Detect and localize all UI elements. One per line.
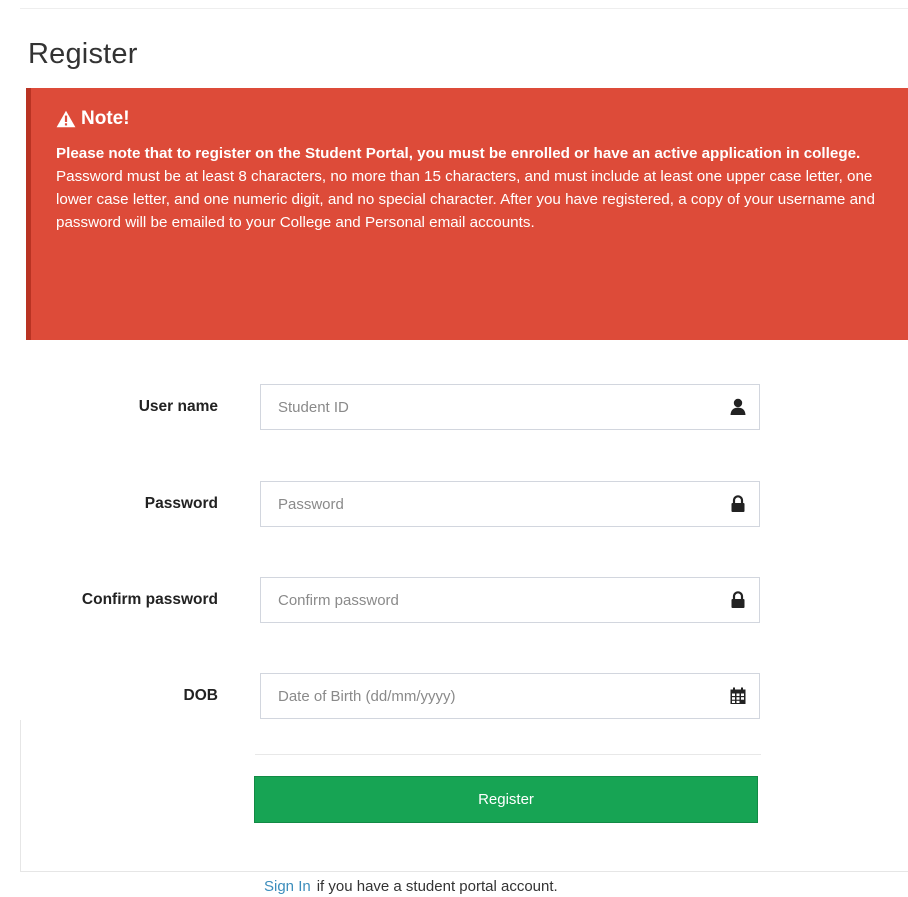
- register-form: User name Password: [20, 340, 908, 720]
- password-row: Password: [20, 481, 908, 529]
- confirm-password-input[interactable]: [261, 578, 711, 622]
- alert-heading: Note!: [56, 108, 908, 130]
- calendar-icon: [729, 687, 747, 705]
- confirm-password-row: Confirm password: [20, 577, 908, 625]
- note-alert: Note! Please note that to register on th…: [26, 88, 908, 340]
- form-footer-panel: Register: [20, 720, 908, 872]
- password-input[interactable]: [261, 482, 711, 526]
- top-divider: [20, 8, 908, 9]
- username-input[interactable]: [261, 385, 711, 429]
- dob-label: DOB: [183, 687, 218, 704]
- page-title: Register: [28, 38, 138, 70]
- lock-icon: [729, 591, 747, 609]
- confirm-password-label: Confirm password: [81, 591, 218, 608]
- signin-prompt: Sign In if you have a student portal acco…: [264, 878, 558, 895]
- alert-heading-text: Note!: [81, 108, 130, 129]
- register-button[interactable]: Register: [254, 776, 758, 823]
- form-divider: [255, 754, 761, 755]
- signin-link[interactable]: Sign In: [264, 878, 311, 895]
- dob-row: DOB: [20, 673, 908, 721]
- confirm-password-input-group: [260, 577, 760, 623]
- user-icon: [729, 398, 747, 416]
- username-row: User name: [20, 384, 908, 432]
- signin-prompt-text: if you have a student portal account.: [316, 878, 558, 895]
- password-label: Password: [144, 495, 218, 512]
- dob-input[interactable]: [261, 674, 711, 718]
- username-label: User name: [138, 398, 218, 415]
- lock-icon: [729, 495, 747, 513]
- dob-input-group: [260, 673, 760, 719]
- alert-password-rules: Password must be at least 8 characters, …: [56, 168, 875, 231]
- warning-triangle-icon: [56, 110, 76, 128]
- password-input-group: [260, 481, 760, 527]
- register-page: Register Note! Please note that to regis…: [0, 0, 908, 897]
- alert-enrollment-note: Please note that to register on the Stud…: [56, 145, 861, 162]
- username-input-group: [260, 384, 760, 430]
